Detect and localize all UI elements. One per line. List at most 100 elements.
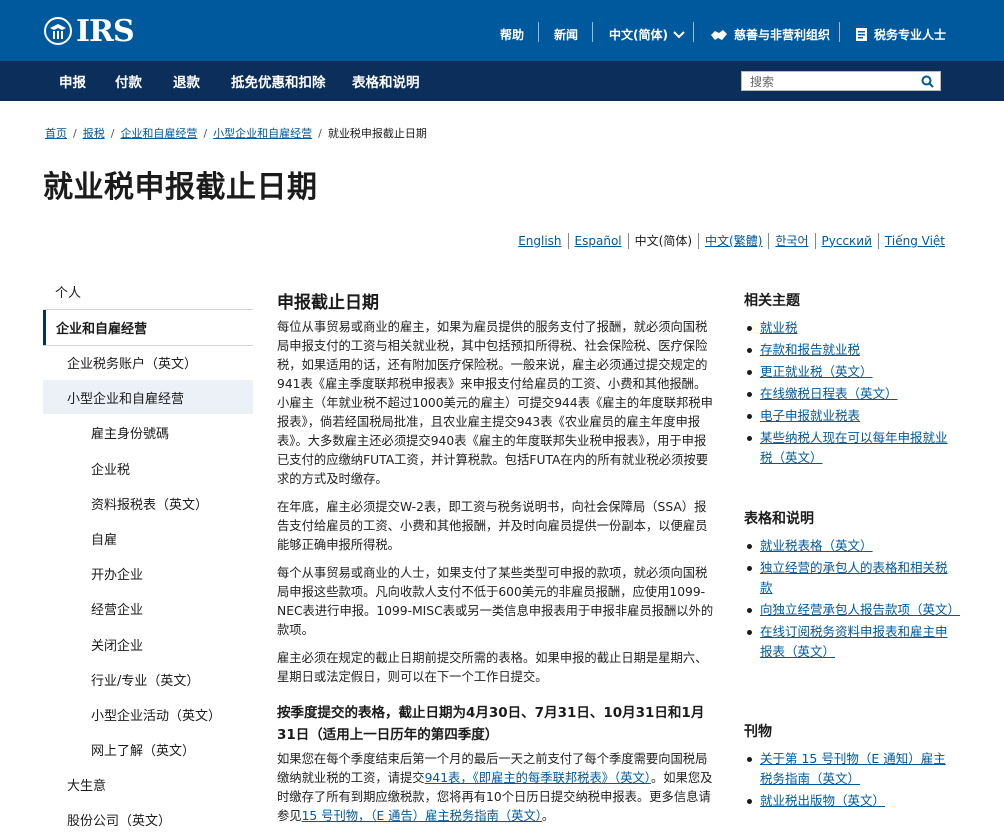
- utility-divider: [592, 22, 593, 42]
- irs-logo[interactable]: IRS: [42, 13, 135, 49]
- paragraph-deadline: 雇主必须在规定的截止日期前提交所需的表格。如果申报的截止日期是星期六、星期日或法…: [277, 651, 708, 684]
- related-link-annual-filing[interactable]: 某些纳税人现在可以每年申报就业税（英文）: [760, 430, 948, 465]
- quarterly-forms-heading: 按季度提交的表格，截止日期为4月30日、7月31日、10月31日和1月31日（适…: [277, 705, 705, 743]
- charities-link[interactable]: 慈善与非营利组织: [710, 26, 830, 43]
- pub-15-link[interactable]: 15 号刊物，（E 通告）雇主税务指南（英文）: [302, 809, 542, 823]
- paragraph-intro: 每位从事贸易或商业的雇主，如果为雇员提供的服务支付了报酬，就必须向国税局申报支付…: [277, 320, 713, 486]
- list-item: 在线缴税日程表（英文）: [744, 384, 956, 404]
- breadcrumb-file[interactable]: 报税: [83, 125, 105, 141]
- sidebar-item-industries[interactable]: 行业/专业（英文）: [91, 670, 199, 689]
- language-label: 中文(简体): [609, 28, 668, 42]
- sidebar-item-online-learning[interactable]: 网上了解（英文）: [91, 740, 195, 759]
- sidebar-divider: [43, 309, 253, 310]
- search-icon[interactable]: [921, 75, 934, 88]
- sidebar-divider: [43, 345, 253, 346]
- sidebar-active-indicator: [43, 310, 46, 345]
- p5-text-c: 。: [541, 809, 555, 823]
- list-item: 就业税出版物（英文）: [744, 791, 956, 811]
- list-item: 存款和报告就业税: [744, 340, 956, 360]
- sidebar-item-operating-business[interactable]: 经营企业: [91, 599, 143, 618]
- handshake-icon: [711, 29, 727, 40]
- forms-link-online-ordering[interactable]: 在线订阅税务资料申报表和雇主申报表（英文）: [760, 624, 948, 659]
- sidebar-item-ein[interactable]: 雇主身份號碼: [91, 423, 169, 442]
- utility-divider: [693, 22, 694, 42]
- list-item: 某些纳税人现在可以每年申报就业税（英文）: [744, 428, 956, 468]
- breadcrumb-separator: /: [73, 126, 77, 140]
- nav-refunds[interactable]: 退款: [173, 71, 200, 91]
- related-link-employment-taxes[interactable]: 就业税: [760, 320, 798, 335]
- top-header: IRS 帮助 新闻 中文(简体) 慈善与非营利组织 税务专业人士: [0, 0, 1004, 61]
- forms-link-reporting-payments[interactable]: 向独立经营承包人报告款项（英文）: [760, 602, 960, 617]
- list-item: 在线订阅税务资料申报表和雇主申报表（英文）: [744, 622, 956, 662]
- sidebar-item-large-business[interactable]: 大生意: [67, 775, 106, 794]
- language-dropdown[interactable]: 中文(简体): [609, 26, 685, 43]
- list-item: 独立经营的承包人的表格和相关税款: [744, 558, 956, 598]
- lang-korean[interactable]: 한국어: [769, 232, 814, 249]
- list-item: 关于第 15 号刊物（E 通知）雇主税务指南（英文）: [744, 749, 956, 789]
- related-link-deposit-report[interactable]: 存款和报告就业税: [760, 342, 860, 357]
- sidebar-item-closing-business[interactable]: 关闭企业: [91, 635, 143, 654]
- forms-link-contractor-forms[interactable]: 独立经营的承包人的表格和相关税款: [760, 560, 948, 595]
- related-link-online-payment[interactable]: 在线缴税日程表（英文）: [760, 386, 898, 401]
- lang-english[interactable]: English: [512, 234, 567, 248]
- logo-text: IRS: [76, 13, 135, 49]
- breadcrumb-current: 就业税申报截止日期: [327, 127, 427, 140]
- paragraph-form-941: 如果您在每个季度结束后第一个月的最后一天之前支付了每个季度需要向国税局缴纳就业税…: [277, 750, 717, 826]
- pubs-link-employment-pubs[interactable]: 就业税出版物（英文）: [760, 793, 885, 808]
- tax-pros-link[interactable]: 税务专业人士: [855, 26, 946, 43]
- breadcrumb-separator: /: [203, 126, 208, 140]
- sidebar-item-business[interactable]: 企业和自雇经营: [56, 318, 147, 337]
- lang-russian[interactable]: Русский: [816, 234, 878, 248]
- sidebar-item-self-employed[interactable]: 自雇: [91, 529, 117, 548]
- lang-spanish[interactable]: Español: [569, 234, 628, 248]
- search-box: [741, 71, 941, 91]
- breadcrumb-small-business[interactable]: 小型企业和自雇经营: [213, 125, 312, 141]
- sidebar-item-starting-business[interactable]: 开办企业: [91, 564, 143, 583]
- utility-divider: [839, 22, 840, 42]
- related-topics-title: 相关主题: [744, 293, 800, 309]
- breadcrumb-home[interactable]: 首页: [45, 125, 67, 141]
- lang-simplified-chinese: 中文(简体): [634, 234, 693, 248]
- news-link[interactable]: 新闻: [554, 26, 578, 43]
- list-item: 向独立经营承包人报告款项（英文）: [744, 600, 960, 620]
- lang-vietnamese[interactable]: Tiếng Việt: [879, 234, 951, 248]
- paragraph-1099: 每个从事贸易或商业的人士，如果支付了某些类型可申报的款项，就必须向国税局申报这些…: [277, 566, 714, 637]
- related-link-e-file[interactable]: 电子申报就业税表: [760, 408, 860, 423]
- utility-divider: [538, 22, 539, 42]
- breadcrumb: 首页 / 报税 / 企业和自雇经营 / 小型企业和自雇经营 / 就业税申报截止日…: [45, 125, 427, 141]
- lang-traditional-chinese[interactable]: 中文(繁體): [699, 232, 768, 249]
- nav-credits-deductions[interactable]: 抵免优惠和扣除: [231, 71, 326, 91]
- pubs-link-pub-15[interactable]: 关于第 15 号刊物（E 通知）雇主税务指南（英文）: [760, 751, 946, 786]
- nav-forms-instructions[interactable]: 表格和说明: [352, 71, 420, 91]
- language-switcher: English Español 中文(简体) 中文(繁體) 한국어 Русски…: [512, 232, 951, 249]
- charities-label: 慈善与非营利组织: [734, 28, 831, 42]
- form-941-link[interactable]: 941表，《即雇主的每季联邦税表》（英文）: [425, 771, 651, 785]
- list-item: 更正就业税（英文）: [744, 362, 956, 382]
- section-heading: 申报截止日期: [277, 293, 379, 313]
- breadcrumb-separator: /: [110, 126, 115, 140]
- list-item: 就业税表格（英文）: [744, 536, 956, 556]
- breadcrumb-business[interactable]: 企业和自雇经营: [120, 125, 197, 141]
- tax-pros-label: 税务专业人士: [874, 28, 947, 42]
- sidebar-item-corporations[interactable]: 股份公司（英文）: [67, 810, 171, 829]
- paragraph-w2: 在年底，雇主必须提交W-2表，即工资与税务说明书，向社会保障局（SSA）报告支付…: [277, 500, 708, 552]
- nav-pay[interactable]: 付款: [115, 71, 142, 91]
- sidebar-item-events[interactable]: 小型企业活动（英文）: [91, 705, 221, 724]
- publications-title: 刊物: [744, 724, 772, 740]
- list-item: 电子申报就业税表: [744, 406, 956, 426]
- sidebar-item-business-taxes[interactable]: 企业税: [91, 459, 130, 478]
- nav-file[interactable]: 申报: [59, 71, 86, 91]
- sidebar-item-information-returns[interactable]: 资料报税表（英文）: [91, 494, 208, 513]
- sidebar-item-individuals[interactable]: 个人: [55, 282, 81, 301]
- forms-link-employment-forms[interactable]: 就业税表格（英文）: [760, 538, 873, 553]
- help-link[interactable]: 帮助: [500, 26, 524, 43]
- related-link-correcting[interactable]: 更正就业税（英文）: [760, 364, 873, 379]
- chevron-down-icon: [673, 30, 685, 38]
- sidebar-item-small-business[interactable]: 小型企业和自雇经营: [67, 388, 184, 407]
- list-item: 就业税: [744, 318, 956, 338]
- search-input[interactable]: [750, 73, 920, 90]
- sidebar-item-business-tax-account[interactable]: 企业税务账户（英文）: [67, 353, 197, 372]
- related-topics-list: 就业税 存款和报告就业税 更正就业税（英文） 在线缴税日程表（英文） 电子申报就…: [744, 318, 956, 470]
- document-icon: [856, 28, 867, 41]
- forms-title: 表格和说明: [744, 511, 814, 527]
